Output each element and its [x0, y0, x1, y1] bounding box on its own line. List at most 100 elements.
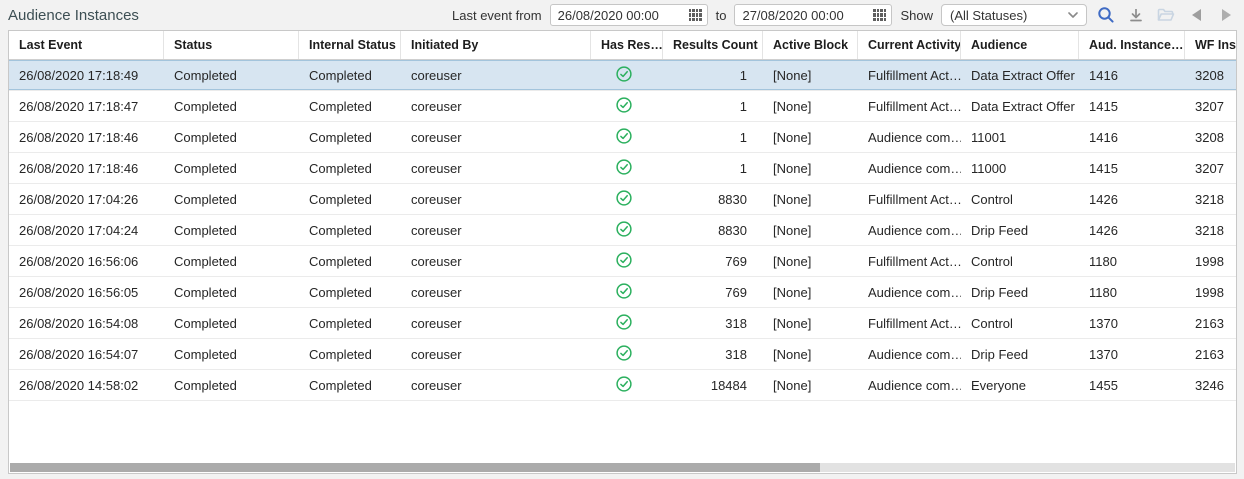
cell-last_event: 26/08/2020 17:18:46	[9, 130, 164, 145]
cell-initiated_by: coreuser	[401, 130, 591, 145]
cell-status: Completed	[164, 316, 299, 331]
column-header-internal_status[interactable]: Internal Status	[299, 31, 401, 59]
table-row[interactable]: 26/08/2020 17:04:26CompletedCompletedcor…	[9, 184, 1236, 215]
cell-active_block: [None]	[763, 223, 858, 238]
previous-page-icon[interactable]	[1185, 4, 1207, 26]
cell-wf_instance: 2163	[1185, 347, 1237, 362]
cell-audience: Drip Feed	[961, 285, 1079, 300]
table-row[interactable]: 26/08/2020 16:56:06CompletedCompletedcor…	[9, 246, 1236, 277]
cell-has_results	[591, 221, 663, 240]
table-row[interactable]: 26/08/2020 17:18:49CompletedCompletedcor…	[9, 60, 1236, 91]
table-row[interactable]: 26/08/2020 17:04:24CompletedCompletedcor…	[9, 215, 1236, 246]
cell-has_results	[591, 376, 663, 395]
cell-wf_instance: 1998	[1185, 285, 1237, 300]
cell-has_results	[591, 66, 663, 85]
cell-wf_instance: 3208	[1185, 68, 1237, 83]
cell-internal_status: Completed	[299, 223, 401, 238]
cell-active_block: [None]	[763, 192, 858, 207]
calendar-grid-icon[interactable]	[873, 9, 886, 21]
column-header-last_event[interactable]: Last Event	[9, 31, 164, 59]
cell-has_results	[591, 252, 663, 271]
table-row[interactable]: 26/08/2020 17:18:47CompletedCompletedcor…	[9, 91, 1236, 122]
cell-current_activity: Fulfillment Act…	[858, 254, 961, 269]
next-page-icon[interactable]	[1215, 4, 1237, 26]
cell-audience: Drip Feed	[961, 347, 1079, 362]
column-header-results_count[interactable]: Results Count	[663, 31, 763, 59]
table-row[interactable]: 26/08/2020 17:18:46CompletedCompletedcor…	[9, 153, 1236, 184]
download-icon[interactable]	[1125, 4, 1147, 26]
cell-last_event: 26/08/2020 17:04:24	[9, 223, 164, 238]
cell-audience: Everyone	[961, 378, 1079, 393]
page-title: Audience Instances	[8, 7, 139, 24]
cell-initiated_by: coreuser	[401, 285, 591, 300]
cell-last_event: 26/08/2020 17:04:26	[9, 192, 164, 207]
status-filter-select[interactable]: (All Statuses)	[941, 4, 1087, 26]
date-from-input[interactable]	[550, 4, 708, 26]
cell-aud_instance: 1370	[1079, 316, 1185, 331]
column-header-aud_instance[interactable]: Aud. Instance…	[1079, 31, 1185, 59]
cell-current_activity: Audience com…	[858, 285, 961, 300]
column-header-active_block[interactable]: Active Block	[763, 31, 858, 59]
cell-status: Completed	[164, 254, 299, 269]
cell-last_event: 26/08/2020 16:54:07	[9, 347, 164, 362]
cell-wf_instance: 2163	[1185, 316, 1237, 331]
cell-aud_instance: 1426	[1079, 223, 1185, 238]
cell-current_activity: Fulfillment Act…	[858, 68, 961, 83]
cell-active_block: [None]	[763, 285, 858, 300]
column-header-audience[interactable]: Audience	[961, 31, 1079, 59]
cell-active_block: [None]	[763, 347, 858, 362]
column-header-initiated_by[interactable]: Initiated By	[401, 31, 591, 59]
table-row[interactable]: 26/08/2020 16:56:05CompletedCompletedcor…	[9, 277, 1236, 308]
cell-aud_instance: 1370	[1079, 347, 1185, 362]
cell-last_event: 26/08/2020 17:18:46	[9, 161, 164, 176]
success-check-icon	[616, 283, 632, 302]
cell-results_count: 1	[663, 68, 763, 83]
cell-last_event: 26/08/2020 17:18:47	[9, 99, 164, 114]
cell-last_event: 26/08/2020 14:58:02	[9, 378, 164, 393]
cell-status: Completed	[164, 347, 299, 362]
calendar-grid-icon[interactable]	[689, 9, 702, 21]
column-header-wf_instance[interactable]: WF Insta	[1185, 31, 1237, 59]
cell-last_event: 26/08/2020 17:18:49	[9, 68, 164, 83]
column-header-has_results[interactable]: Has Res…	[591, 31, 663, 59]
cell-results_count: 18484	[663, 378, 763, 393]
date-to-input[interactable]	[734, 4, 892, 26]
grid-header: Last EventStatusInternal StatusInitiated…	[9, 31, 1236, 60]
success-check-icon	[616, 66, 632, 85]
cell-active_block: [None]	[763, 378, 858, 393]
cell-initiated_by: coreuser	[401, 347, 591, 362]
scrollbar-thumb[interactable]	[10, 463, 820, 472]
table-row[interactable]: 26/08/2020 17:18:46CompletedCompletedcor…	[9, 122, 1236, 153]
cell-audience: Control	[961, 254, 1079, 269]
cell-last_event: 26/08/2020 16:54:08	[9, 316, 164, 331]
cell-has_results	[591, 345, 663, 364]
search-icon[interactable]	[1095, 4, 1117, 26]
cell-status: Completed	[164, 130, 299, 145]
cell-wf_instance: 3207	[1185, 99, 1237, 114]
cell-current_activity: Audience com…	[858, 130, 961, 145]
cell-wf_instance: 3218	[1185, 192, 1237, 207]
last-event-from-label: Last event from	[452, 8, 542, 23]
cell-aud_instance: 1415	[1079, 161, 1185, 176]
horizontal-scrollbar[interactable]	[10, 463, 1235, 472]
cell-last_event: 26/08/2020 16:56:06	[9, 254, 164, 269]
cell-active_block: [None]	[763, 161, 858, 176]
cell-last_event: 26/08/2020 16:56:05	[9, 285, 164, 300]
column-header-status[interactable]: Status	[164, 31, 299, 59]
column-header-current_activity[interactable]: Current Activity	[858, 31, 961, 59]
cell-results_count: 8830	[663, 192, 763, 207]
audience-instances-grid: Last EventStatusInternal StatusInitiated…	[8, 30, 1237, 474]
table-row[interactable]: 26/08/2020 16:54:08CompletedCompletedcor…	[9, 308, 1236, 339]
cell-audience: Data Extract Offer	[961, 99, 1079, 114]
cell-results_count: 8830	[663, 223, 763, 238]
table-row[interactable]: 26/08/2020 14:58:02CompletedCompletedcor…	[9, 370, 1236, 401]
cell-results_count: 1	[663, 99, 763, 114]
table-row[interactable]: 26/08/2020 16:54:07CompletedCompletedcor…	[9, 339, 1236, 370]
cell-current_activity: Audience com…	[858, 223, 961, 238]
cell-aud_instance: 1180	[1079, 285, 1185, 300]
cell-initiated_by: coreuser	[401, 378, 591, 393]
cell-aud_instance: 1180	[1079, 254, 1185, 269]
success-check-icon	[616, 314, 632, 333]
cell-initiated_by: coreuser	[401, 316, 591, 331]
open-folder-icon[interactable]	[1155, 4, 1177, 26]
